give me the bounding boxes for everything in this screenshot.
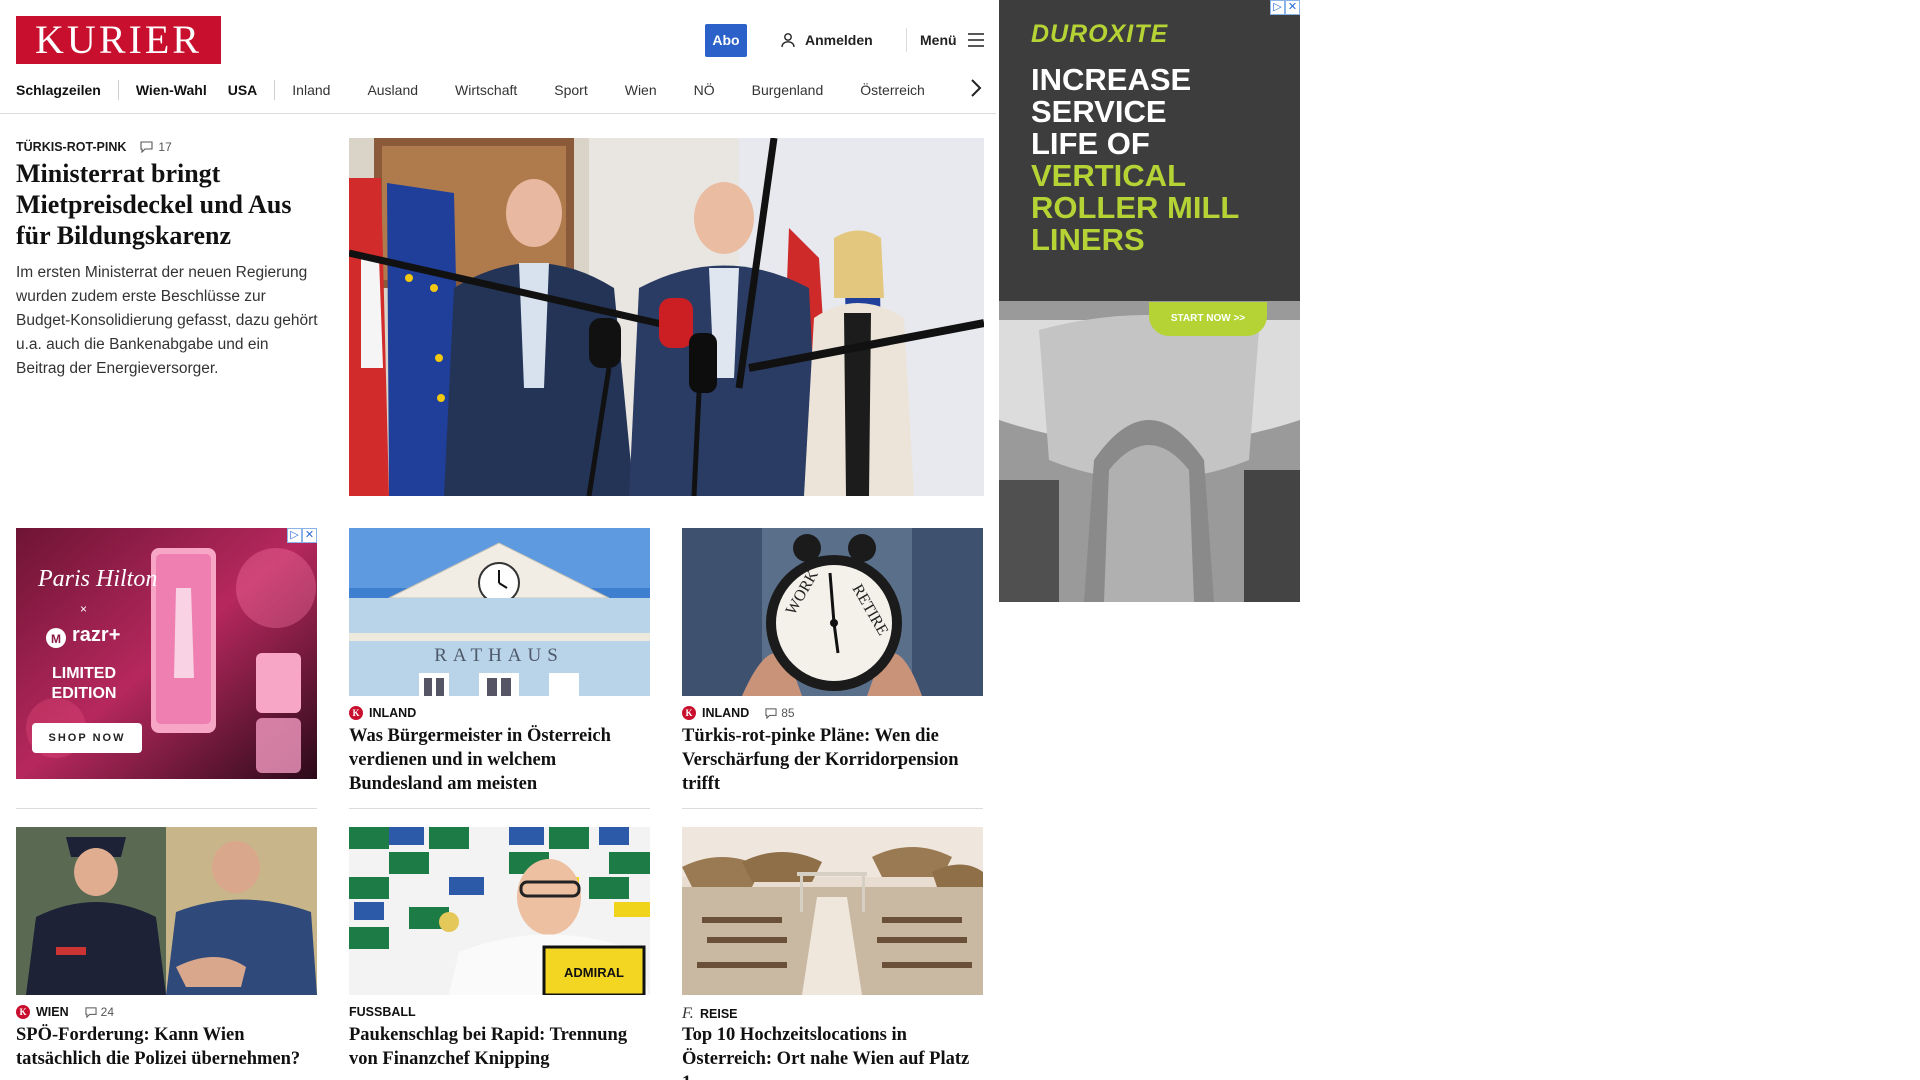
row-divider [16,808,317,809]
card-comments[interactable]: 85 [765,706,795,720]
duroxite-headline-green: VERTICAL ROLLER MILL LINERS [1031,158,1239,257]
card-kicker-label[interactable]: Fussball [349,1005,416,1019]
card-headline[interactable]: SPÖ-Forderung: Kann Wien tatsächlich die… [16,1023,317,1071]
card-kicker-label[interactable]: Wien [36,1005,69,1019]
duroxite-headline-white: INCREASE SERVICE LIFE OF [1031,62,1192,161]
hamburger-icon [967,33,984,47]
nav-item-oesterreich[interactable]: Österreich [840,82,942,98]
user-icon [781,33,795,48]
ad-choices[interactable]: ▷ ✕ [1270,0,1300,15]
duroxite-logo: DUROXITE [1031,20,1169,48]
header-divider [906,28,907,52]
comment-icon [85,1006,97,1018]
freizeit-f-icon: f. [682,1005,694,1022]
ad-info-icon[interactable]: ▷ [1270,0,1285,15]
nav-item-wien-wahl[interactable]: Wien-Wahl [119,82,224,98]
card-image-alarm-clock[interactable]: WORK RETIRE [682,528,983,696]
menu-button[interactable]: Menü [920,28,985,52]
lead-kicker-label[interactable]: Türkis-rot-pink [16,140,126,154]
card-kicker: K Inland [349,706,416,720]
card-comments-count: 24 [100,1005,114,1019]
login-label: Anmelden [805,32,873,48]
rathaus-sign: RATHAUS [434,645,564,666]
shop-now-button[interactable]: SHOP NOW [32,723,142,753]
nav-item-usa[interactable]: USA [224,82,275,98]
ad-info-icon[interactable]: ▷ [287,528,302,543]
lead-teaser: Im ersten Ministerrat der neuen Regierun… [16,264,318,377]
admiral-sign: ADMIRAL [564,965,624,980]
ad-razr-banner[interactable]: Paris Hilton × M razr+ LIMITED EDITION S… [16,528,317,779]
kurier-k-icon: K [349,706,363,720]
lead-comments-count: 17 [158,140,172,154]
lead-headline[interactable]: Ministerrat bringt Mietpreisdeckel und A… [16,158,316,251]
card-comments-count: 85 [781,706,795,720]
comment-icon [765,707,777,719]
nav-item-sport[interactable]: Sport [534,82,604,98]
nav-item-noe[interactable]: NÖ [674,82,732,98]
section-nav: Schlagzeilen Wien-Wahl USA Inland Auslan… [16,80,942,100]
chevron-right-icon[interactable] [968,77,984,99]
razr-brand: razr+ [72,624,121,646]
nav-item-inland[interactable]: Inland [275,82,347,98]
card-headline[interactable]: Was Bürgermeister in Österreich verdiene… [349,724,650,796]
lead-kicker: Türkis-rot-pink 17 [16,140,172,154]
signature-text: Paris Hilton [37,566,157,592]
nav-item-schlagzeilen[interactable]: Schlagzeilen [16,82,118,98]
card-kicker: Fussball [349,1005,416,1019]
row-divider [349,808,650,809]
card-image-rapid[interactable]: ADMIRAL [349,827,650,995]
card-kicker-label[interactable]: Reise [700,1007,738,1021]
kurier-k-icon: K [682,706,696,720]
press-conference-photo [349,138,984,496]
card-image-rathaus[interactable]: RATHAUS [349,528,650,696]
razr-edition: LIMITED EDITION [51,665,117,702]
kurier-k-icon: K [16,1005,30,1019]
card-kicker: K Inland 85 [682,706,795,720]
ad-duroxite-banner[interactable]: DUROXITE INCREASE SERVICE LIFE OF VERTIC… [999,0,1300,602]
card-comments[interactable]: 24 [85,1005,114,1019]
site-header: KURIER Abo Anmelden Menü Schlagzeilen Wi… [0,0,996,114]
card-image-wedding[interactable] [682,827,983,995]
close-icon[interactable]: ✕ [1285,0,1300,15]
nav-item-burgenland[interactable]: Burgenland [732,82,841,98]
menu-label: Menü [920,32,957,48]
lead-comments[interactable]: 17 [140,140,172,154]
login-button[interactable]: Anmelden [780,28,873,52]
card-kicker: f. Reise [682,1005,738,1023]
row-divider [682,808,983,809]
ad-choices[interactable]: ▷ ✕ [287,528,317,543]
start-now-button[interactable]: START NOW >> [1149,302,1267,336]
nav-item-wien[interactable]: Wien [605,82,674,98]
abo-button[interactable]: Abo [705,24,747,57]
svg-text:×: × [80,602,87,616]
card-image-police[interactable] [16,827,317,995]
card-kicker-label[interactable]: Inland [369,706,416,720]
card-kicker: K Wien 24 [16,1005,114,1019]
nav-item-wirtschaft[interactable]: Wirtschaft [435,82,534,98]
nav-item-ausland[interactable]: Ausland [347,82,435,98]
kurier-logo[interactable]: KURIER [16,16,221,64]
card-headline[interactable]: Türkis-rot-pinke Pläne: Wen die Verschär… [682,724,983,796]
comment-icon [140,141,153,153]
card-kicker-label[interactable]: Inland [702,706,749,720]
close-icon[interactable]: ✕ [302,528,317,543]
lead-image[interactable] [349,138,984,496]
card-headline[interactable]: Top 10 Hochzeitslocations in Österreich:… [682,1023,983,1080]
svg-text:M: M [51,632,61,646]
card-headline[interactable]: Paukenschlag bei Rapid: Trennung von Fin… [349,1023,650,1071]
